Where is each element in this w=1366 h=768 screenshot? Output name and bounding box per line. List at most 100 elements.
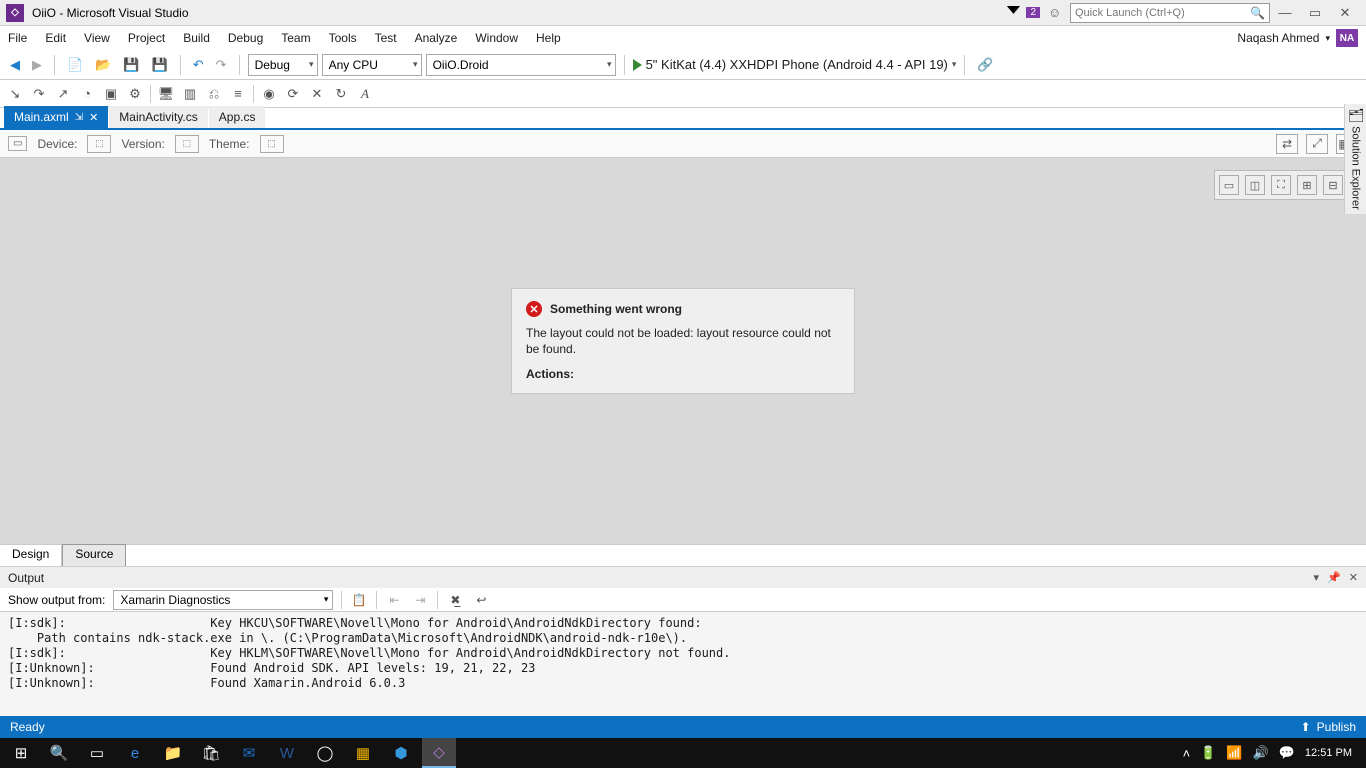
circle-check-icon[interactable]: ◉ [260, 85, 278, 103]
fullscreen-button[interactable]: ⛶ [1271, 175, 1291, 195]
zoom-in-button[interactable]: ⊞ [1297, 175, 1317, 195]
navigate-forward-button[interactable]: ▶ [28, 55, 46, 75]
user-name[interactable]: Naqash Ahmed [1237, 31, 1319, 45]
source-tab[interactable]: Source [62, 544, 126, 566]
device-picker[interactable]: ⬚ [87, 135, 111, 153]
action-center-icon[interactable]: 💬 [1279, 745, 1295, 761]
layout-icon[interactable]: ▥ [181, 85, 199, 103]
tab-app-cs[interactable]: App.cs [209, 106, 266, 128]
open-file-button[interactable]: 📂 [91, 55, 115, 75]
app-icon[interactable]: ▦ [346, 738, 380, 768]
navigate-back-button[interactable]: ◀ [6, 55, 24, 75]
tab-main-axml[interactable]: Main.axml ⇲ ✕ [4, 106, 108, 128]
dropdown-arrow-icon[interactable]: ▾ [1314, 571, 1320, 584]
step-into-icon[interactable]: ↘ [6, 85, 24, 103]
browser-link-button[interactable]: 🔗 [973, 55, 997, 75]
startup-project-dropdown[interactable]: OiiO.Droid [426, 54, 616, 76]
find-icon[interactable]: 📋 [350, 591, 368, 609]
menu-file[interactable]: File [8, 31, 27, 45]
pin-icon[interactable]: ⇲ [75, 112, 83, 123]
clear-icon[interactable]: ✖̲ [446, 591, 464, 609]
cancel-icon[interactable]: ✕ [308, 85, 326, 103]
step-over-icon[interactable]: ↷ [30, 85, 48, 103]
menu-edit[interactable]: Edit [45, 31, 66, 45]
menu-help[interactable]: Help [536, 31, 561, 45]
start-button[interactable]: ⊞ [4, 738, 38, 768]
new-project-button[interactable]: 📄 [63, 55, 87, 75]
indent-more-icon[interactable]: ⇥ [411, 591, 429, 609]
search-taskbar-button[interactable]: 🔍 [42, 738, 76, 768]
visual-studio-taskbar-icon[interactable]: ◇ [422, 738, 456, 768]
pin-icon[interactable]: 📌 [1327, 571, 1341, 584]
split-view-button[interactable]: ◫ [1245, 175, 1265, 195]
tab-mainactivity[interactable]: MainActivity.cs [109, 106, 207, 128]
close-icon[interactable]: ✕ [1349, 571, 1358, 584]
database-icon[interactable]: ▣ [102, 85, 120, 103]
redo-button[interactable]: ↷ [212, 55, 231, 75]
settings-icon[interactable]: ⚙ [126, 85, 144, 103]
orientation-button[interactable]: ⇄ [1276, 134, 1298, 154]
chevron-down-icon[interactable]: ▾ [952, 59, 957, 70]
minimize-button[interactable]: ― [1270, 5, 1300, 20]
view-mode-icon[interactable]: ▭ [8, 136, 27, 151]
output-source-dropdown[interactable]: Xamarin Diagnostics [113, 590, 333, 610]
refresh-icon[interactable]: ↻ [332, 85, 350, 103]
indent-less-icon[interactable]: ⇤ [385, 591, 403, 609]
tray-chevron-icon[interactable]: ˄ [1183, 746, 1191, 761]
breakpoint-icon[interactable]: ◔ [78, 85, 96, 103]
menu-window[interactable]: Window [475, 31, 518, 45]
upload-icon[interactable]: ⬆ [1301, 720, 1311, 734]
menu-team[interactable]: Team [281, 31, 310, 45]
platform-dropdown[interactable]: Any CPU [322, 54, 422, 76]
notifications[interactable]: 2 [1006, 6, 1040, 20]
xamarin-icon[interactable]: ⬢ [384, 738, 418, 768]
word-icon[interactable]: W [270, 738, 304, 768]
output-text[interactable]: [I:sdk]: Key HKCU\SOFTWARE\Novell\Mono f… [0, 612, 1366, 716]
quick-launch-input[interactable]: Quick Launch (Ctrl+Q) 🔍 [1070, 3, 1270, 23]
design-tab[interactable]: Design [0, 545, 62, 566]
edge-icon[interactable]: e [118, 738, 152, 768]
taskview-button[interactable]: ▭ [80, 738, 114, 768]
menu-build[interactable]: Build [183, 31, 210, 45]
user-badge[interactable]: NA [1336, 29, 1358, 47]
chrome-icon[interactable]: ◯ [308, 738, 342, 768]
volume-icon[interactable]: 🔊 [1253, 745, 1269, 761]
feedback-icon[interactable]: ☺ [1048, 5, 1064, 21]
save-button[interactable]: 💾 [119, 55, 143, 75]
explorer-icon[interactable]: 📁 [156, 738, 190, 768]
stack-icon[interactable]: ≡ [229, 85, 247, 103]
chevron-down-icon[interactable]: ▾ [1325, 33, 1330, 44]
text-icon[interactable]: A [356, 85, 374, 103]
wifi-icon[interactable]: 📶 [1226, 745, 1242, 761]
step-out-icon[interactable]: ↗ [54, 85, 72, 103]
menu-test[interactable]: Test [375, 31, 397, 45]
menu-analyze[interactable]: Analyze [415, 31, 458, 45]
outlook-icon[interactable]: ✉ [232, 738, 266, 768]
solution-explorer-tab[interactable]: 🗂 Solution Explorer [1344, 104, 1366, 214]
zoom-fit-button[interactable]: ⤢ [1306, 134, 1328, 154]
circle-arrow-icon[interactable]: ⟳ [284, 85, 302, 103]
trace-icon[interactable]: ⎌ [205, 85, 223, 103]
undo-button[interactable]: ↶ [189, 55, 208, 75]
battery-icon[interactable]: 🔋 [1200, 745, 1216, 761]
menu-debug[interactable]: Debug [228, 31, 263, 45]
menu-view[interactable]: View [84, 31, 110, 45]
version-picker[interactable]: ⬚ [175, 135, 199, 153]
theme-picker[interactable]: ⬚ [260, 135, 284, 153]
close-icon[interactable]: ✕ [89, 111, 98, 124]
menu-tools[interactable]: Tools [329, 31, 357, 45]
zoom-out-button[interactable]: ⊟ [1323, 175, 1343, 195]
configuration-dropdown[interactable]: Debug [248, 54, 318, 76]
menu-project[interactable]: Project [128, 31, 165, 45]
word-wrap-icon[interactable]: ↩ [472, 591, 490, 609]
monitor-icon[interactable]: 🖥 [157, 85, 175, 103]
close-button[interactable]: ✕ [1330, 5, 1360, 21]
clock[interactable]: 12:51 PM [1305, 747, 1352, 759]
output-panel-header[interactable]: Output ▾ 📌 ✕ [0, 566, 1366, 588]
start-debug-button[interactable]: 5" KitKat (4.4) XXHDPI Phone (Android 4.… [633, 57, 957, 72]
save-all-button[interactable]: 💾 [148, 55, 172, 75]
publish-button[interactable]: Publish [1317, 720, 1356, 734]
restore-button[interactable]: ▭ [1300, 5, 1330, 21]
store-icon[interactable]: 🛍 [194, 738, 228, 768]
single-view-button[interactable]: ▭ [1219, 175, 1239, 195]
